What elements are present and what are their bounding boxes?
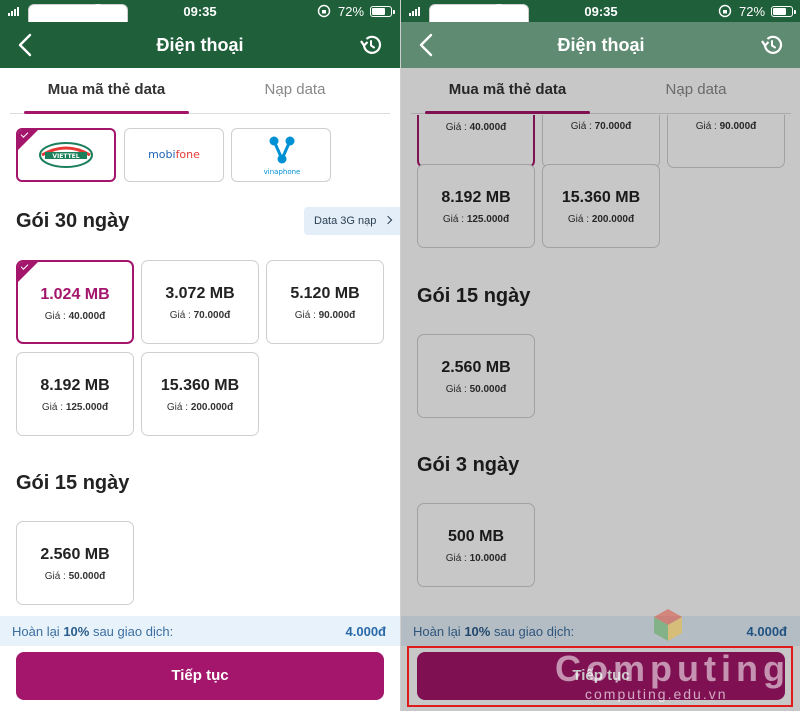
package-size: 15.360 MB bbox=[561, 189, 641, 206]
cashback-amount: 4.000đ bbox=[746, 624, 787, 639]
cashback-bar: Hoàn lại 10% sau giao dịch: 4.000đ bbox=[401, 616, 800, 646]
history-icon[interactable] bbox=[759, 32, 785, 58]
orientation-lock-icon bbox=[718, 4, 732, 21]
carrier-selector: VIETTEL mobifone vinaphone bbox=[0, 125, 400, 185]
package-card[interactable]: 1.024 MB Giá : 40.000đ bbox=[16, 260, 134, 344]
package-size: 8.192 MB bbox=[40, 377, 110, 394]
package-price: Giá : 70.000đ bbox=[570, 121, 632, 132]
status-bar: Mobifone 09:35 72% bbox=[0, 0, 400, 58]
cashback-label: Hoàn lại 10% sau giao dịch: bbox=[413, 624, 575, 639]
app-header: Điện thoại bbox=[401, 22, 800, 68]
package-size: 500 MB bbox=[447, 528, 505, 545]
vinaphone-logo: vinaphone bbox=[264, 136, 301, 176]
tab-topup-data[interactable]: Nạp data bbox=[200, 68, 390, 114]
package-size: 1.024 MB bbox=[40, 286, 110, 303]
orientation-lock-icon bbox=[317, 4, 331, 21]
continue-button[interactable]: Tiếp tục bbox=[16, 652, 384, 700]
tab-topup-data[interactable]: Nạp data bbox=[601, 68, 791, 114]
cashback-bar: Hoàn lại 10% sau giao dịch: 4.000đ bbox=[0, 616, 400, 646]
cashback-amount: 4.000đ bbox=[345, 624, 386, 639]
section-title-15-days: Gói 15 ngày bbox=[417, 285, 531, 307]
package-card[interactable]: 2.560 MB Giá : 50.000đ bbox=[417, 334, 535, 418]
package-price: Giá : 125.000đ bbox=[442, 214, 510, 225]
page-title: Điện thoại bbox=[156, 35, 244, 55]
section-title-15-days: Gói 15 ngày bbox=[16, 472, 130, 494]
chevron-right-icon bbox=[383, 215, 393, 225]
package-price: Giá : 50.000đ bbox=[44, 571, 106, 582]
viettel-logo: VIETTEL bbox=[39, 142, 93, 168]
package-price: Giá : 200.000đ bbox=[166, 402, 234, 413]
status-bar: Mobifone 09:35 72% bbox=[401, 0, 800, 58]
package-card[interactable]: 15.360 MB Giá : 200.000đ bbox=[141, 352, 259, 436]
checkmark-icon bbox=[18, 130, 38, 150]
package-card[interactable]: 15.360 MB Giá : 200.000đ bbox=[542, 164, 660, 248]
chip-label: Data 3G nạp bbox=[314, 215, 377, 227]
svg-text:VIETTEL: VIETTEL bbox=[52, 153, 79, 160]
package-card[interactable]: 8.192 MB Giá : 125.000đ bbox=[417, 164, 535, 248]
package-size: 15.360 MB bbox=[160, 377, 240, 394]
app-header: Điện thoại bbox=[0, 22, 400, 68]
svg-text:mobifone: mobifone bbox=[148, 148, 200, 161]
data-3g-topup-link[interactable]: Data 3G nạp bbox=[304, 207, 400, 235]
checkmark-icon bbox=[18, 262, 38, 282]
package-size: 8.192 MB bbox=[441, 189, 511, 206]
package-price: Giá : 70.000đ bbox=[169, 310, 231, 321]
section-title-3-days: Gói 3 ngày bbox=[417, 454, 520, 476]
phone-screen-left: Mobifone 09:35 72% Điện thoại Mua mã thẻ… bbox=[0, 0, 400, 711]
tab-active-indicator bbox=[24, 111, 189, 114]
package-price: Giá : 125.000đ bbox=[41, 402, 109, 413]
package-price: Giá : 50.000đ bbox=[445, 384, 507, 395]
package-size: 2.560 MB bbox=[441, 359, 511, 376]
mobifone-logo: mobifone bbox=[148, 148, 200, 161]
package-size: 3.072 MB bbox=[165, 285, 235, 302]
carrier-viettel[interactable]: VIETTEL bbox=[16, 128, 116, 182]
package-card[interactable]: 2.560 MB Giá : 50.000đ bbox=[16, 521, 134, 605]
svg-text:vinaphone: vinaphone bbox=[264, 168, 301, 176]
tab-buy-data-code[interactable]: Mua mã thẻ data bbox=[24, 68, 189, 114]
history-icon[interactable] bbox=[358, 32, 384, 58]
battery-icon bbox=[771, 6, 796, 17]
tab-bar: Mua mã thẻ data Nạp data bbox=[0, 68, 400, 115]
tab-bar: Mua mã thẻ data Nạp data bbox=[401, 68, 800, 115]
package-price: Giá : 200.000đ bbox=[567, 214, 635, 225]
package-price: Giá : 90.000đ bbox=[294, 310, 356, 321]
package-size: 5.120 MB bbox=[290, 285, 360, 302]
package-price: Giá : 90.000đ bbox=[695, 121, 757, 132]
phone-screen-right: Mobifone 09:35 72% Điện thoại Giá : 40.0… bbox=[400, 0, 800, 711]
tab-buy-data-code[interactable]: Mua mã thẻ data bbox=[425, 68, 590, 114]
section-title-30-days: Gói 30 ngày bbox=[16, 210, 130, 232]
battery-percent: 72% bbox=[338, 4, 365, 19]
package-price: Giá : 10.000đ bbox=[445, 553, 507, 564]
package-card[interactable]: 500 MB Giá : 10.000đ bbox=[417, 503, 535, 587]
package-size: 2.560 MB bbox=[40, 546, 110, 563]
package-card[interactable]: 3.072 MB Giá : 70.000đ bbox=[141, 260, 259, 344]
highlight-box bbox=[407, 646, 793, 707]
cashback-label: Hoàn lại 10% sau giao dịch: bbox=[12, 624, 174, 639]
package-price: Giá : 40.000đ bbox=[445, 122, 507, 133]
battery-icon bbox=[370, 6, 395, 17]
package-card[interactable]: 8.192 MB Giá : 125.000đ bbox=[16, 352, 134, 436]
package-card[interactable]: 5.120 MB Giá : 90.000đ bbox=[266, 260, 384, 344]
carrier-vinaphone[interactable]: vinaphone bbox=[231, 128, 331, 182]
battery-percent: 72% bbox=[739, 4, 766, 19]
carrier-mobifone[interactable]: mobifone bbox=[124, 128, 224, 182]
tab-active-indicator bbox=[425, 111, 590, 114]
page-title: Điện thoại bbox=[557, 35, 645, 55]
package-price: Giá : 40.000đ bbox=[44, 311, 106, 322]
